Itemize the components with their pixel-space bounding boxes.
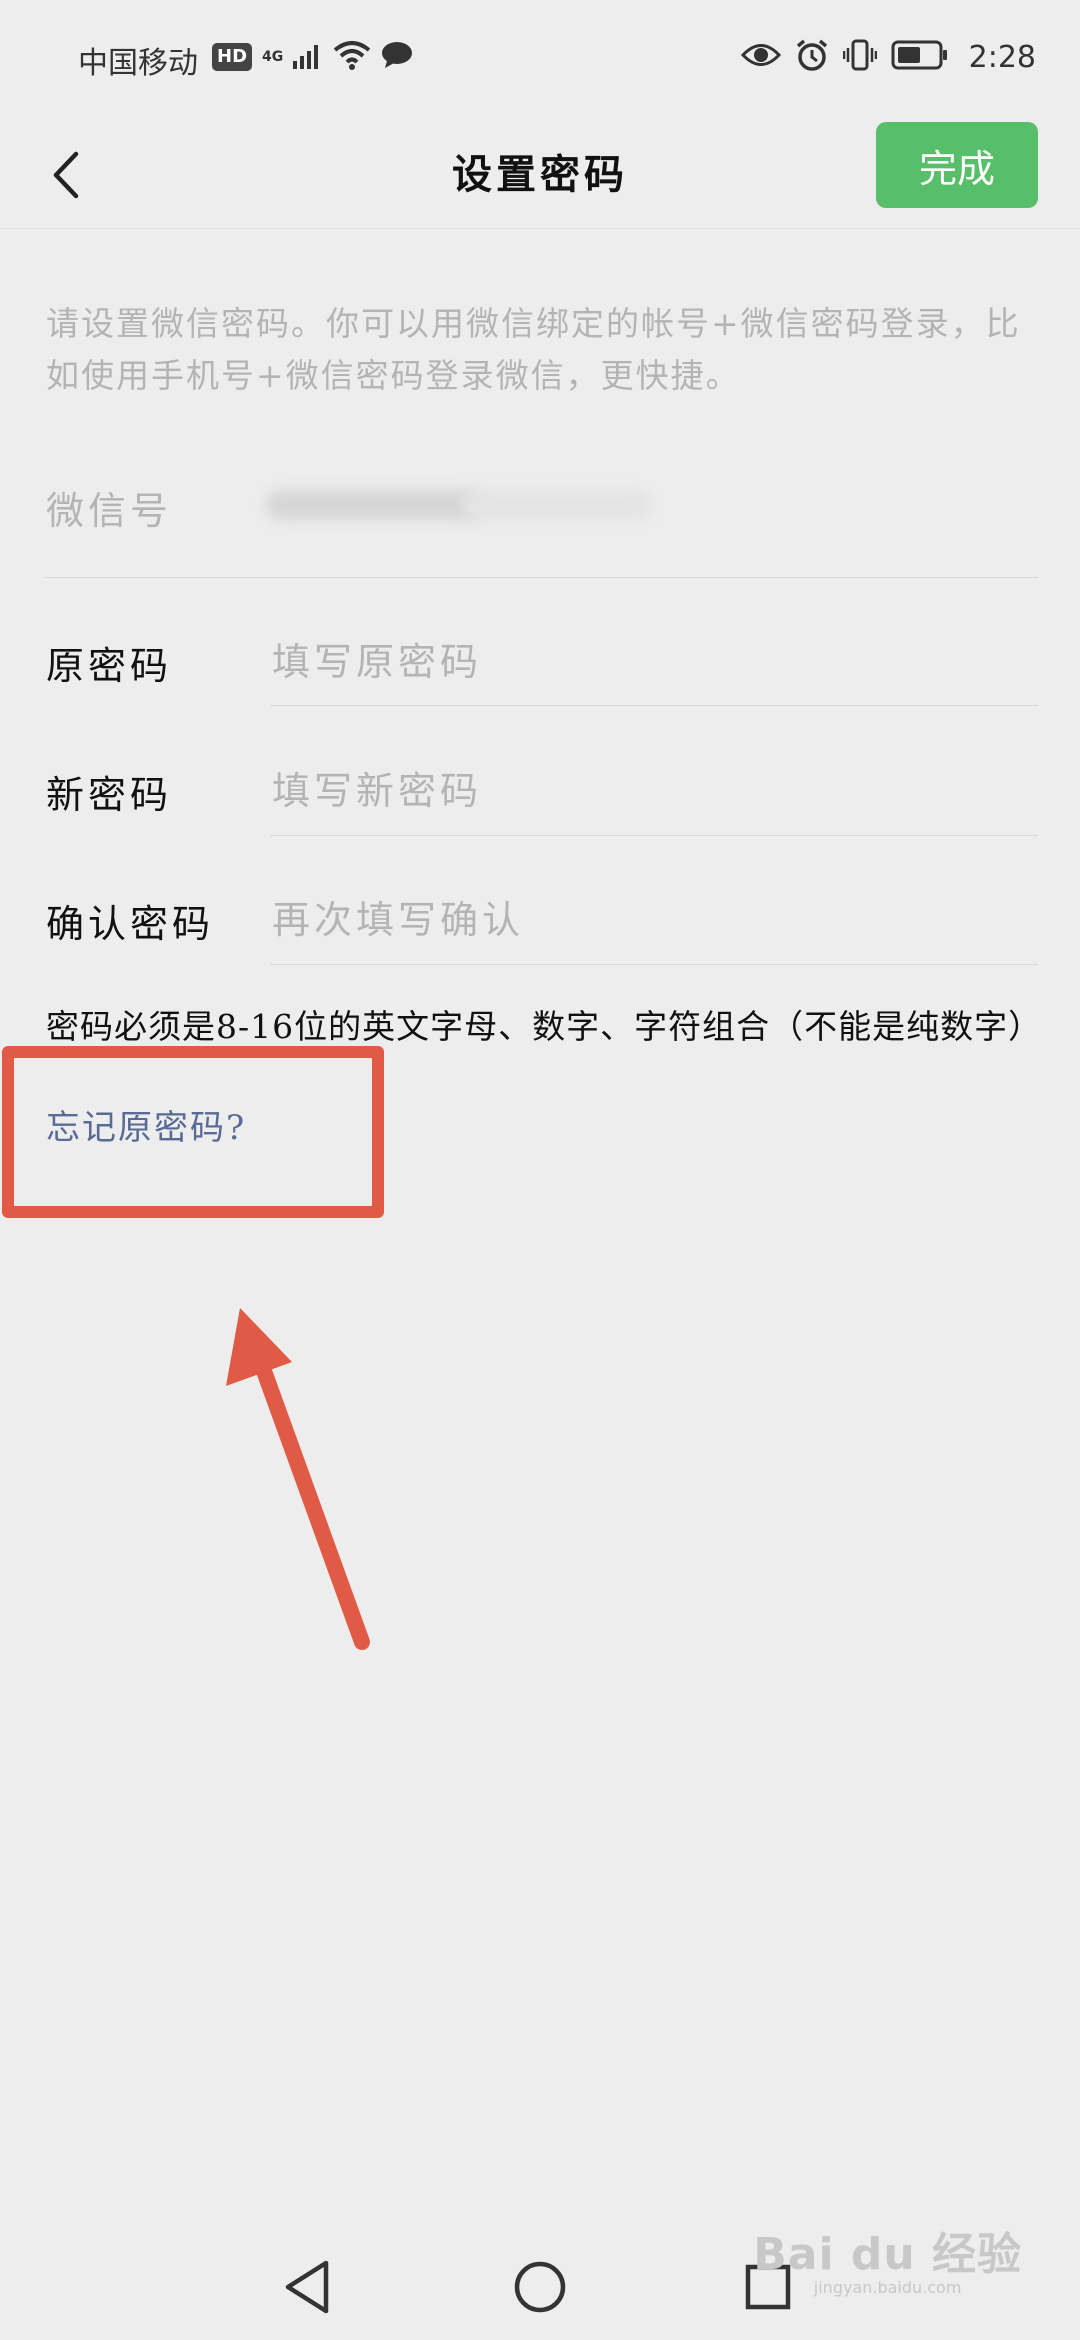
vibrate-icon (842, 38, 877, 76)
status-icons-right: 2:28 (740, 38, 1036, 76)
new-password-label: 新密码 (46, 773, 173, 817)
annotation-highlight-box (2, 1046, 384, 1218)
hd-icon: HD (212, 43, 253, 71)
status-bar: 中国移动 HD 4G 2:28 (0, 0, 1080, 120)
chat-bubble-icon (381, 41, 413, 73)
password-rule-text: 密码必须是8-16位的英文字母、数字、字符组合（不能是纯数字） (46, 1007, 1043, 1046)
new-password-input[interactable] (272, 761, 1032, 821)
watermark-main: Bai du 经验 (753, 2229, 1022, 2280)
back-triangle-icon[interactable] (272, 2252, 342, 2322)
confirm-password-label: 确认密码 (46, 902, 215, 946)
field-underline (270, 705, 1038, 706)
field-underline (270, 964, 1038, 965)
home-circle-icon[interactable] (505, 2252, 575, 2322)
old-password-input[interactable] (272, 632, 1032, 692)
field-underline (270, 835, 1038, 836)
nav-divider (0, 228, 1080, 229)
nav-bar: 设置密码 完成 (0, 120, 1080, 230)
eye-icon (740, 42, 781, 72)
annotation-arrow-icon (226, 1308, 370, 1650)
description-text: 请设置微信密码。你可以用微信绑定的帐号+微信密码登录，比如使用手机号+微信密码登… (46, 304, 1021, 395)
old-password-label: 原密码 (46, 644, 173, 688)
divider (44, 577, 1038, 578)
carrier-name: 中国移动 (78, 46, 198, 81)
signal-icon (293, 41, 323, 73)
baidu-jingyan-watermark: Bai du 经验 jingyan.baidu.com (753, 2218, 1022, 2297)
wechat-id-label: 微信号 (46, 489, 173, 533)
battery-icon (891, 40, 949, 74)
clock-time: 2:28 (968, 39, 1036, 75)
wifi-icon (333, 40, 371, 74)
alarm-icon (795, 38, 829, 76)
confirm-password-input[interactable] (272, 890, 1032, 950)
status-icons-left: HD 4G (212, 40, 413, 74)
wechat-id-value-blurred (262, 478, 662, 530)
network-type: 4G (262, 49, 284, 65)
done-button[interactable]: 完成 (876, 122, 1038, 208)
